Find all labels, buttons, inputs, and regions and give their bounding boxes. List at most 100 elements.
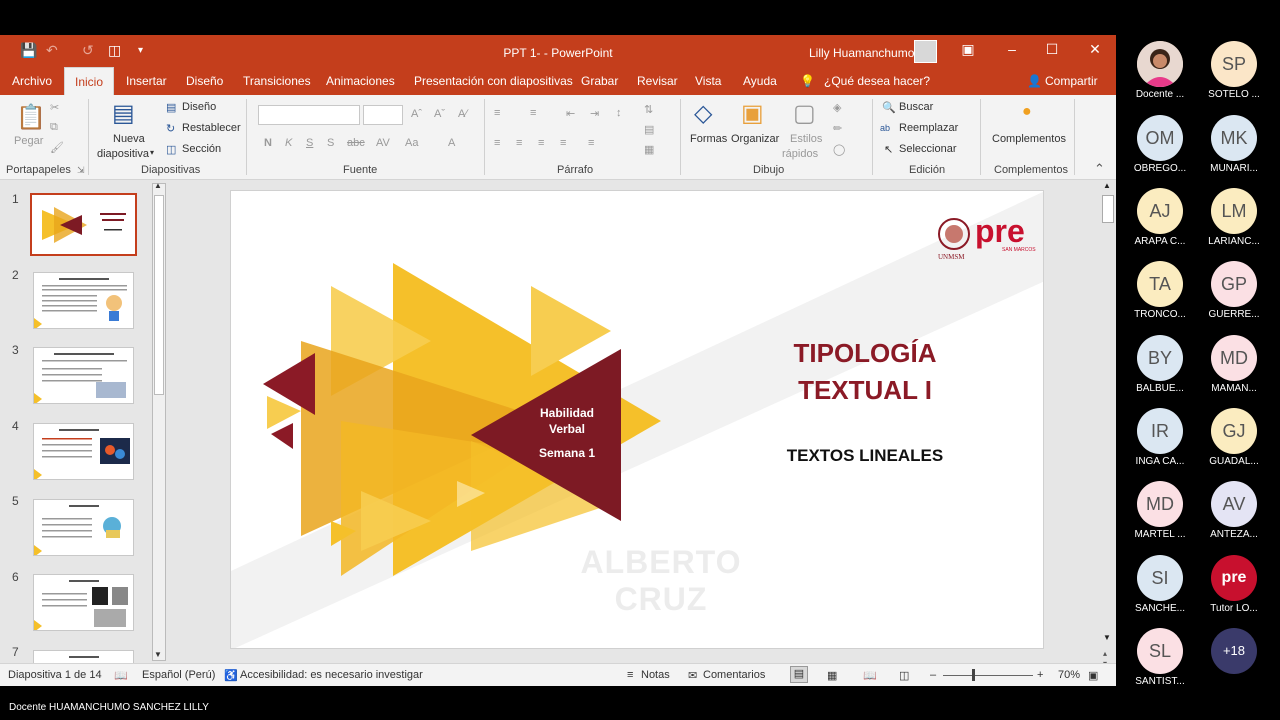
zoom-in-icon[interactable]: + [1037,669,1043,681]
participant-tile[interactable]: SP SOTELO ... [1194,41,1274,100]
clear-format-icon[interactable]: A∕ [458,108,467,120]
scroll-down-icon[interactable]: ▼ [154,650,162,659]
tab-insertar[interactable]: Insertar [126,74,167,88]
tab-vista[interactable]: Vista [695,74,721,88]
select-icon[interactable]: ↖ [884,143,893,156]
reset-icon[interactable]: ↻ [166,122,175,135]
shapes-button[interactable]: Formas [690,133,727,145]
participant-tile[interactable]: Docente ... [1120,41,1200,100]
italic-icon[interactable]: K [285,137,292,149]
format-painter-icon[interactable]: 🖌 [50,141,64,154]
addins-icon[interactable]: ● [1022,103,1032,121]
copy-icon[interactable]: ⧉ [50,121,58,134]
comments-icon[interactable]: ✉ [688,669,697,682]
new-slide-label-2[interactable]: diapositiva [97,148,149,160]
tab-grabar[interactable]: Grabar [581,74,618,88]
new-slide-icon[interactable]: ▤ [112,99,135,128]
tab-animaciones[interactable]: Animaciones [326,74,395,88]
grow-font-icon[interactable]: Aˆ [411,108,422,120]
new-slide-label-1[interactable]: Nueva [113,133,145,145]
tab-ayuda[interactable]: Ayuda [743,74,777,88]
quick-styles-label-1[interactable]: Estilos [790,133,822,145]
tab-revisar[interactable]: Revisar [637,74,678,88]
participant-tile[interactable]: GP GUERRE... [1194,261,1274,320]
scroll-up-icon[interactable]: ▲ [154,181,162,190]
more-participants-button[interactable]: +18 [1194,628,1274,674]
ribbon-display-icon[interactable]: ▣ [958,41,978,58]
find-icon[interactable]: 🔍 [882,101,896,114]
participant-tile[interactable]: pre Tutor LO... [1194,555,1274,614]
spacing-icon[interactable]: AV [376,137,390,149]
scroll-down-icon[interactable]: ▼ [1103,633,1111,642]
layout-button[interactable]: Diseño [182,101,216,113]
change-case-icon[interactable]: Aa [405,137,418,149]
strikethrough-icon[interactable]: abc [347,137,365,149]
text-direction-icon[interactable]: ⇅ [644,103,653,116]
slide-canvas[interactable]: pre SAN MARCOS UNMSM TIPOLOGÍA TEXTUAL I… [230,190,1044,649]
participant-tile[interactable]: TA TRONCO... [1120,261,1200,320]
slide-scrollbar[interactable]: ▲ ▼ ▴ ▾ [1100,181,1116,668]
align-left-icon[interactable]: ≡ [494,137,500,149]
participant-tile[interactable]: LM LARIANC... [1194,188,1274,247]
shape-outline-icon[interactable]: ✏ [833,122,842,135]
smartart-icon[interactable]: ▦ [644,143,654,156]
columns-icon[interactable]: ≡ [588,137,594,149]
quick-styles-icon[interactable]: ▢ [793,99,816,128]
reset-button[interactable]: Restablecer [182,122,241,134]
align-center-icon[interactable]: ≡ [516,137,522,149]
slide-thumbnail-4[interactable] [33,423,134,480]
underline-icon[interactable]: S [306,137,313,149]
shape-fill-icon[interactable]: ◈ [833,101,841,114]
notes-icon[interactable]: ≡ [627,669,633,681]
line-spacing-icon[interactable]: ↕ [616,107,622,119]
tab-presentacion[interactable]: Presentación con diapositivas [414,74,573,88]
addins-button[interactable]: Complementos [992,133,1066,145]
participant-tile[interactable]: MK MUNARI... [1194,115,1274,174]
arrange-icon[interactable]: ▣ [741,99,764,128]
accessibility-status[interactable]: Accesibilidad: es necesario investigar [240,669,423,681]
fit-to-window-icon[interactable]: ▣ [1088,669,1098,682]
align-right-icon[interactable]: ≡ [538,137,544,149]
font-color-icon[interactable]: A [448,137,455,149]
reading-view-icon[interactable]: 📖 [863,669,877,682]
quick-styles-label-2[interactable]: rápidos [782,148,818,160]
thumbnail-scroll-thumb[interactable] [154,195,164,395]
close-icon[interactable]: ✕ [1085,41,1105,58]
maximize-icon[interactable]: ☐ [1042,41,1062,58]
slide-thumbnail-7[interactable] [33,650,134,663]
tab-archivo[interactable]: Archivo [12,74,52,88]
justify-icon[interactable]: ≡ [560,137,566,149]
zoom-slider[interactable] [943,675,1033,676]
zoom-level[interactable]: 70% [1058,669,1080,681]
dialog-launcher-icon[interactable]: ⇲ [77,165,85,176]
collapse-ribbon-icon[interactable]: ⌃ [1094,161,1105,177]
language-indicator[interactable]: Español (Perú) [142,669,215,681]
slide-sorter-icon[interactable]: ▦ [827,669,837,682]
select-button[interactable]: Seleccionar [899,143,956,155]
participant-tile[interactable]: BY BALBUE... [1120,335,1200,394]
slide-thumbnail-1[interactable] [30,193,137,256]
participant-tile[interactable]: OM OBREGO... [1120,115,1200,174]
arrange-button[interactable]: Organizar [731,133,779,145]
participant-tile[interactable]: SI SANCHE... [1120,555,1200,614]
slide-thumbnail-2[interactable] [33,272,134,329]
tell-me-search[interactable]: ¿Qué desea hacer? [824,74,930,88]
comments-button[interactable]: Comentarios [703,669,765,681]
layout-icon[interactable]: ▤ [166,101,176,114]
tab-diseno[interactable]: Diseño [186,74,223,88]
participant-tile[interactable]: AV ANTEZA... [1194,481,1274,540]
slide-thumbnail-5[interactable] [33,499,134,556]
font-family-select[interactable] [258,105,360,125]
decrease-indent-icon[interactable]: ⇤ [566,107,575,120]
chevron-down-icon[interactable]: ▾ [150,148,154,157]
slideshow-icon[interactable]: ◫ [899,669,909,682]
find-button[interactable]: Buscar [899,101,933,113]
section-button[interactable]: Sección [182,143,221,155]
section-icon[interactable]: ◫ [166,143,176,156]
notes-button[interactable]: Notas [641,669,670,681]
align-text-icon[interactable]: ▤ [644,123,654,136]
slide-thumbnail-6[interactable] [33,574,134,631]
participant-tile[interactable]: GJ GUADAL... [1194,408,1274,467]
slide-thumbnail-3[interactable] [33,347,134,404]
previous-slide-icon[interactable]: ▴ [1103,649,1107,658]
